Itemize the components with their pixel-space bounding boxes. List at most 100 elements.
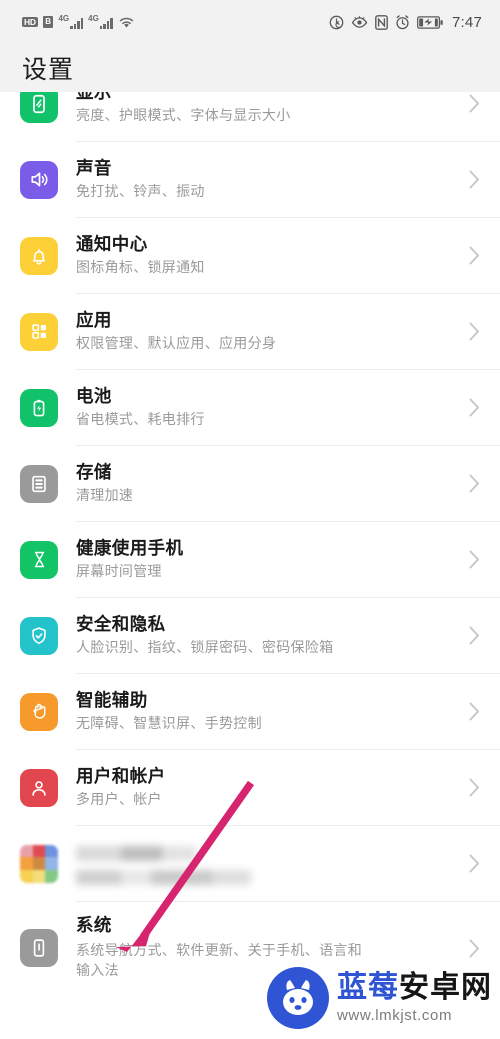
settings-row-notifications[interactable]: 通知中心 图标角标、锁屏通知 (0, 218, 500, 293)
settings-row-battery[interactable]: 电池 省电模式、耗电排行 (0, 370, 500, 445)
apps-grid-icon (20, 312, 58, 351)
watermark-logo-icon (267, 967, 329, 1029)
row-icon-container (20, 464, 76, 503)
row-icon-container (20, 160, 76, 199)
chevron-right-icon[interactable] (458, 322, 480, 341)
hourglass-icon (20, 540, 58, 579)
row-subtitle-redacted (76, 869, 251, 885)
settings-row-sound[interactable]: 声音 免打扰、铃声、振动 (0, 142, 500, 217)
watermark-brand-black: 安卓网 (399, 971, 492, 1004)
sound-icon (20, 160, 58, 199)
settings-row-google-services[interactable] (0, 826, 500, 901)
chevron-right-icon[interactable] (458, 398, 480, 417)
status-bar: HD B 4G 4G 7:47 (0, 0, 500, 44)
system-phone-icon (20, 929, 58, 967)
battery-icon (20, 388, 58, 427)
chevron-right-icon[interactable] (458, 170, 480, 189)
settings-list[interactable]: 显示 亮度、护眼模式、字体与显示大小 声音 免打扰、铃声、振动 (0, 92, 500, 1039)
watermark-brand-blue: 蓝莓 (337, 971, 399, 1004)
settings-row-smart-assistance[interactable]: 智能辅助 无障碍、智慧识屏、手势控制 (0, 674, 500, 749)
settings-row-users-accounts[interactable]: 用户和帐户 多用户、帐户 (0, 750, 500, 825)
color-grid-icon (20, 844, 58, 883)
row-text-container: 应用 权限管理、默认应用、应用分身 (76, 310, 458, 354)
watermark-text: 蓝莓安卓网 www.lmkjst.com (337, 971, 492, 1024)
data-saver-icon (329, 15, 344, 30)
signal-1-icon: 4G (58, 15, 84, 29)
signal-2-label: 4G (88, 14, 99, 23)
row-subtitle: 清理加速 (76, 487, 134, 504)
row-subtitle: 人脸识别、指纹、锁屏密码、密码保险箱 (76, 639, 334, 656)
row-text-container: 通知中心 图标角标、锁屏通知 (76, 234, 458, 278)
chevron-right-icon[interactable] (458, 474, 480, 493)
row-icon-container (20, 388, 76, 427)
settings-row-apps[interactable]: 应用 权限管理、默认应用、应用分身 (0, 294, 500, 369)
signal-2-icon: 4G (88, 15, 113, 29)
status-bar-left: HD B 4G 4G (22, 15, 135, 29)
sim-icon: B (42, 16, 54, 28)
row-title: 安全和隐私 (76, 613, 166, 634)
row-subtitle: 权限管理、默认应用、应用分身 (76, 335, 277, 352)
row-text-container: 用户和帐户 多用户、帐户 (76, 766, 458, 810)
row-text-container: 健康使用手机 屏幕时间管理 (76, 538, 458, 582)
chevron-right-icon[interactable] (458, 778, 480, 797)
settings-row-digital-wellbeing[interactable]: 健康使用手机 屏幕时间管理 (0, 522, 500, 597)
person-icon (20, 768, 58, 807)
chevron-right-icon[interactable] (458, 626, 480, 645)
row-subtitle: 多用户、帐户 (76, 791, 162, 808)
chevron-right-icon[interactable] (458, 246, 480, 265)
row-title: 用户和帐户 (76, 765, 166, 786)
row-subtitle: 免打扰、铃声、振动 (76, 183, 205, 200)
row-text-container (76, 843, 458, 885)
hand-icon (20, 692, 58, 731)
row-title: 存储 (76, 461, 112, 482)
settings-row-security-privacy[interactable]: 安全和隐私 人脸识别、指纹、锁屏密码、密码保险箱 (0, 598, 500, 673)
row-subtitle: 省电模式、耗电排行 (76, 411, 205, 428)
wifi-icon (118, 16, 135, 29)
row-subtitle: 图标角标、锁屏通知 (76, 259, 205, 276)
page-title: 设置 (22, 56, 75, 84)
row-text-container: 存储 清理加速 (76, 462, 458, 506)
row-title: 通知中心 (76, 233, 148, 254)
watermark-url: www.lmkjst.com (337, 1007, 453, 1024)
row-icon-container (20, 92, 76, 123)
bell-icon (20, 236, 58, 275)
chevron-right-icon[interactable] (458, 939, 480, 958)
row-text-container: 智能辅助 无障碍、智慧识屏、手势控制 (76, 690, 458, 734)
row-title-redacted (76, 845, 196, 861)
display-icon (20, 92, 58, 123)
nfc-icon (375, 14, 388, 30)
row-icon-container (20, 929, 76, 967)
settings-row-display[interactable]: 显示 亮度、护眼模式、字体与显示大小 (0, 92, 500, 141)
chevron-right-icon[interactable] (458, 702, 480, 721)
row-subtitle: 亮度、护眼模式、字体与显示大小 (76, 107, 291, 124)
row-icon-container (20, 844, 76, 883)
shield-check-icon (20, 616, 58, 655)
battery-icon (417, 15, 443, 29)
row-title: 应用 (76, 309, 112, 330)
chevron-right-icon[interactable] (458, 854, 480, 873)
row-title: 系统 (76, 915, 112, 936)
chevron-right-icon[interactable] (458, 550, 480, 569)
row-title: 声音 (76, 157, 112, 178)
alarm-icon (395, 14, 410, 30)
row-text-container: 声音 免打扰、铃声、振动 (76, 158, 458, 202)
row-icon-container (20, 692, 76, 731)
eye-comfort-icon (351, 15, 368, 29)
row-text-container: 电池 省电模式、耗电排行 (76, 386, 458, 430)
page-header: 设置 (0, 44, 500, 92)
row-title: 智能辅助 (76, 689, 148, 710)
storage-icon (20, 464, 58, 503)
hd-icon: HD (22, 16, 38, 28)
settings-row-storage[interactable]: 存储 清理加速 (0, 446, 500, 521)
row-title: 显示 (76, 92, 452, 103)
chevron-right-icon[interactable] (458, 94, 480, 113)
row-icon-container (20, 768, 76, 807)
row-icon-container (20, 312, 76, 351)
row-subtitle: 屏幕时间管理 (76, 563, 162, 580)
row-icon-container (20, 540, 76, 579)
row-icon-container (20, 616, 76, 655)
status-bar-clock: 7:47 (452, 13, 482, 31)
row-text-container: 安全和隐私 人脸识别、指纹、锁屏密码、密码保险箱 (76, 614, 458, 658)
row-title: 健康使用手机 (76, 537, 184, 558)
row-subtitle: 无障碍、智慧识屏、手势控制 (76, 715, 262, 732)
